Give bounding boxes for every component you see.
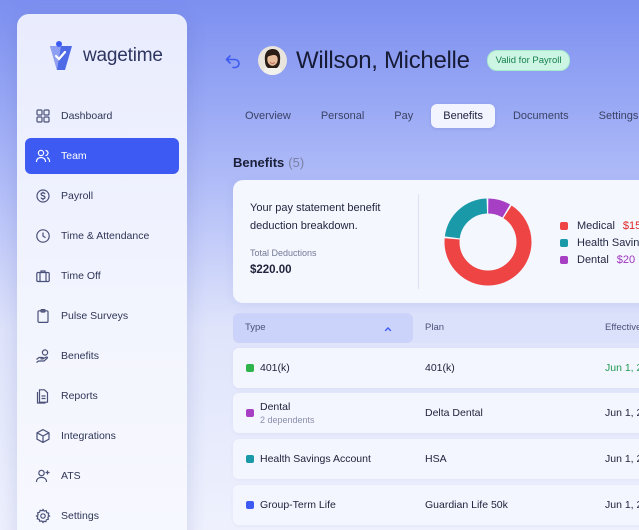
column-header-plan[interactable]: Plan — [425, 322, 444, 333]
benefit-effective-date: Jun 1, 2 — [605, 499, 639, 511]
table-row[interactable]: Health Savings Account HSA Jun 1, 2 — [233, 439, 639, 479]
cube-icon — [34, 427, 52, 445]
profile-header: Willson, Michelle Valid for Payroll — [224, 46, 571, 75]
benefit-color-swatch — [246, 364, 254, 372]
benefit-dependents: 2 dependents — [260, 415, 315, 425]
sidebar-item-label: Team — [61, 150, 87, 162]
sidebar-item-settings[interactable]: Settings — [25, 498, 179, 530]
sidebar-item-team[interactable]: Team — [25, 138, 179, 174]
report-icon — [34, 387, 52, 405]
column-header-type[interactable]: Type — [245, 322, 266, 333]
sidebar-item-label: Benefits — [61, 350, 99, 362]
benefit-color-swatch — [246, 501, 254, 509]
benefit-effective-date: Jun 1, 2 — [605, 407, 639, 419]
avatar[interactable] — [258, 46, 287, 75]
legend-value: $20 — [616, 253, 636, 266]
sidebar-item-integrations[interactable]: Integrations — [25, 418, 179, 454]
card-divider — [418, 194, 419, 289]
sidebar-item-label: Payroll — [61, 190, 94, 202]
legend-item: Medical $15 — [560, 217, 639, 234]
table-row[interactable]: Dental 2 dependents Delta Dental Jun 1, 2 — [233, 393, 639, 433]
sort-ascending-icon[interactable] — [383, 321, 393, 332]
deduction-summary-card: Your pay statement benefit deduction bre… — [233, 180, 639, 303]
sidebar-item-label: Reports — [61, 390, 98, 402]
sidebar-nav: Dashboard Team Payroll Time & Attendance… — [25, 98, 179, 530]
benefit-type: Group-Term Life — [260, 499, 336, 511]
back-arrow-icon[interactable] — [224, 52, 242, 70]
benefit-type: Health Savings Account — [260, 453, 371, 465]
profile-tabs: Overview Personal Pay Benefits Documents… — [233, 104, 639, 128]
benefit-plan: HSA — [425, 453, 447, 465]
benefit-effective-date: Jun 1, 2 — [605, 362, 639, 374]
sidebar-item-dashboard[interactable]: Dashboard — [25, 98, 179, 134]
sidebar: wagetime Dashboard Team Payroll Time & A… — [17, 14, 187, 530]
deduction-donut-chart — [444, 198, 532, 286]
legend-swatch — [560, 238, 568, 247]
legend-item: Dental $20 — [560, 251, 639, 268]
employee-name: Willson, Michelle — [296, 46, 470, 74]
legend-swatch — [560, 221, 568, 230]
legend-swatch — [560, 255, 568, 264]
summary-description: Your pay statement benefit deduction bre… — [250, 202, 381, 232]
tab-pay[interactable]: Pay — [382, 104, 425, 128]
sidebar-item-label: Time Off — [61, 270, 101, 282]
legend-label: Health Savings — [577, 236, 639, 249]
brand-logo[interactable]: wagetime — [47, 40, 163, 72]
legend-label: Medical — [577, 219, 615, 232]
sidebar-item-benefits[interactable]: Benefits — [25, 338, 179, 374]
section-title-label: Benefits — [233, 155, 285, 170]
benefit-type: 401(k) — [260, 362, 290, 374]
benefit-plan: Delta Dental — [425, 407, 483, 419]
donut-legend: Medical $15 Health Savings Dental $20 — [560, 217, 639, 268]
wagetime-logo-icon — [47, 40, 75, 72]
sidebar-item-label: Integrations — [61, 430, 116, 442]
status-badge: Valid for Payroll — [486, 50, 571, 71]
total-deductions-value: $220.00 — [250, 264, 292, 276]
sidebar-item-label: ATS — [61, 470, 81, 482]
tab-personal[interactable]: Personal — [309, 104, 376, 128]
sidebar-item-time-attendance[interactable]: Time & Attendance — [25, 218, 179, 254]
total-deductions-label: Total Deductions — [250, 248, 317, 258]
table-row[interactable]: 401(k) 401(k) Jun 1, 2 — [233, 348, 639, 388]
team-icon — [34, 147, 52, 165]
hand-coin-icon — [34, 347, 52, 365]
dashboard-icon — [34, 107, 52, 125]
benefit-plan: 401(k) — [425, 362, 455, 374]
benefits-table-header: Type Plan Effective — [233, 313, 639, 343]
gear-icon — [34, 507, 52, 525]
tab-documents[interactable]: Documents — [501, 104, 581, 128]
legend-label: Dental — [577, 253, 609, 266]
benefit-color-swatch — [246, 455, 254, 463]
sidebar-item-label: Settings — [61, 510, 99, 522]
sidebar-item-reports[interactable]: Reports — [25, 378, 179, 414]
sidebar-item-label: Time & Attendance — [61, 230, 150, 242]
benefit-plan: Guardian Life 50k — [425, 499, 508, 511]
clipboard-icon — [34, 307, 52, 325]
benefits-section-title: Benefits (5) — [233, 155, 304, 170]
sidebar-item-label: Dashboard — [61, 110, 113, 122]
tab-overview[interactable]: Overview — [233, 104, 303, 128]
clock-icon — [34, 227, 52, 245]
legend-item: Health Savings — [560, 234, 639, 251]
sidebar-item-pulse-surveys[interactable]: Pulse Surveys — [25, 298, 179, 334]
tab-settings[interactable]: Settings — [587, 104, 639, 128]
sidebar-item-time-off[interactable]: Time Off — [25, 258, 179, 294]
add-user-icon — [34, 467, 52, 485]
benefit-color-swatch — [246, 409, 254, 417]
sidebar-item-ats[interactable]: ATS — [25, 458, 179, 494]
table-row[interactable]: Group-Term Life Guardian Life 50k Jun 1, 2 — [233, 485, 639, 525]
benefit-type: Dental — [260, 401, 291, 413]
payroll-icon — [34, 187, 52, 205]
legend-value: $15 — [622, 219, 639, 232]
benefit-effective-date: Jun 1, 2 — [605, 453, 639, 465]
column-header-effective[interactable]: Effective — [605, 322, 639, 333]
sidebar-item-label: Pulse Surveys — [61, 310, 129, 322]
sidebar-item-payroll[interactable]: Payroll — [25, 178, 179, 214]
suitcase-icon — [34, 267, 52, 285]
benefits-count: (5) — [288, 155, 305, 170]
tab-benefits[interactable]: Benefits — [431, 104, 495, 128]
brand-name: wagetime — [83, 45, 163, 66]
